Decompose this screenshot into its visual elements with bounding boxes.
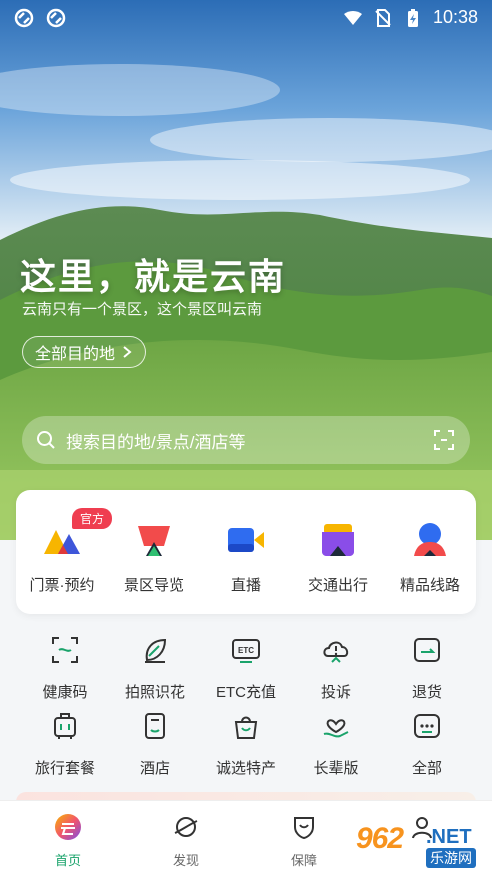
service-label: 旅行套餐: [34, 760, 95, 777]
site-watermark-logo: 962 .NET 乐游网: [356, 822, 484, 870]
featured-item-label: 门票·预约: [29, 577, 95, 594]
service-etc-recharge[interactable]: ETC ETC充值: [197, 634, 295, 702]
status-bar: 10:38: [0, 0, 492, 36]
leaf-icon: [145, 638, 167, 663]
elder-hands-icon: [323, 719, 349, 738]
status-time: 10:38: [432, 7, 478, 27]
scan-code-icon: [52, 637, 78, 663]
app-notification-icon: [14, 8, 34, 28]
return-icon: [414, 638, 440, 662]
service-travel-package[interactable]: 旅行套餐: [16, 710, 114, 778]
service-label: 投诉: [320, 684, 351, 701]
service-label: 长辈版: [313, 760, 359, 777]
featured-item-live[interactable]: 直播: [200, 520, 292, 595]
etc-card-icon: ETC: [232, 639, 260, 663]
service-elder-mode[interactable]: 长辈版: [287, 710, 385, 778]
service-flower-recognition[interactable]: 拍照识花: [106, 634, 204, 702]
featured-item-routes[interactable]: 精品线路: [384, 520, 476, 595]
service-complaint[interactable]: 投诉: [287, 634, 385, 702]
bottom-tab-bar: 首页 发现 保障 962 .NET 乐游网: [0, 800, 492, 874]
tab-label: 首页: [54, 853, 81, 868]
route-pin-icon: [414, 523, 446, 556]
scan-icon[interactable]: [432, 428, 456, 452]
service-return[interactable]: 退货: [378, 634, 476, 702]
watermark-suffix: .NET: [426, 826, 472, 848]
shield-icon: [294, 817, 314, 840]
service-label: 健康码: [42, 684, 88, 701]
featured-item-tickets[interactable]: 门票·预约: [16, 520, 108, 595]
all-destinations-label: 全部目的地: [35, 346, 116, 363]
search-bar[interactable]: 搜索目的地/景点/酒店等: [22, 416, 470, 464]
shopping-bag-icon: [234, 716, 258, 739]
tab-home[interactable]: 首页: [28, 813, 108, 869]
featured-item-transport[interactable]: 交通出行: [292, 520, 384, 595]
tab-label: 发现: [172, 853, 199, 868]
chevron-right-icon: [123, 346, 132, 358]
more-dots-icon: [414, 714, 440, 738]
complaint-cloud-icon: [323, 641, 349, 663]
transport-icon: [322, 524, 354, 556]
watermark-name: 乐游网: [426, 848, 476, 868]
no-sim-icon: [375, 8, 391, 27]
service-specialty-products[interactable]: 诚选特产: [197, 710, 295, 778]
ticket-icon: [44, 530, 80, 554]
hero-subtitle: 云南只有一个景区，这个景区叫云南: [22, 301, 263, 318]
featured-item-label: 直播: [230, 577, 261, 594]
service-label: 退货: [411, 684, 442, 701]
featured-services-card: 官方 门票·预约 景区导览 直播 交通出行 精品线路: [16, 490, 476, 614]
suitcase-icon: [54, 713, 76, 739]
search-placeholder: 搜索目的地/景点/酒店等: [66, 432, 246, 452]
search-icon: [37, 431, 55, 449]
watermark-number: 962: [356, 822, 404, 855]
featured-item-scenic-guide[interactable]: 景区导览: [108, 520, 200, 595]
service-label: 酒店: [139, 760, 170, 777]
wifi-icon: [343, 10, 362, 25]
home-logo-icon: [55, 814, 81, 840]
service-hotel[interactable]: 酒店: [106, 710, 204, 778]
hotel-icon: [145, 713, 165, 739]
featured-item-label: 精品线路: [399, 577, 460, 594]
featured-item-label: 交通出行: [307, 577, 368, 594]
video-camera-icon: [228, 528, 264, 552]
service-label: 拍照识花: [124, 684, 185, 701]
battery-charging-icon: [407, 8, 418, 27]
svg-text:ETC: ETC: [238, 646, 254, 655]
service-label: ETC充值: [215, 684, 276, 701]
featured-item-label: 景区导览: [123, 577, 184, 594]
app-notification-icon: [46, 8, 66, 28]
discover-planet-icon: [174, 817, 198, 837]
service-all[interactable]: 全部: [378, 710, 476, 778]
service-label: 诚选特产: [215, 760, 276, 777]
tab-label: 保障: [290, 853, 317, 868]
all-destinations-button[interactable]: 全部目的地: [22, 336, 147, 368]
hero-title: 这里，就是云南: [20, 256, 287, 298]
tab-discover[interactable]: 发现: [146, 813, 226, 869]
map-guide-icon: [138, 526, 170, 556]
tab-protection[interactable]: 保障: [264, 813, 344, 869]
service-label: 全部: [411, 760, 442, 777]
service-health-code[interactable]: 健康码: [16, 634, 114, 702]
